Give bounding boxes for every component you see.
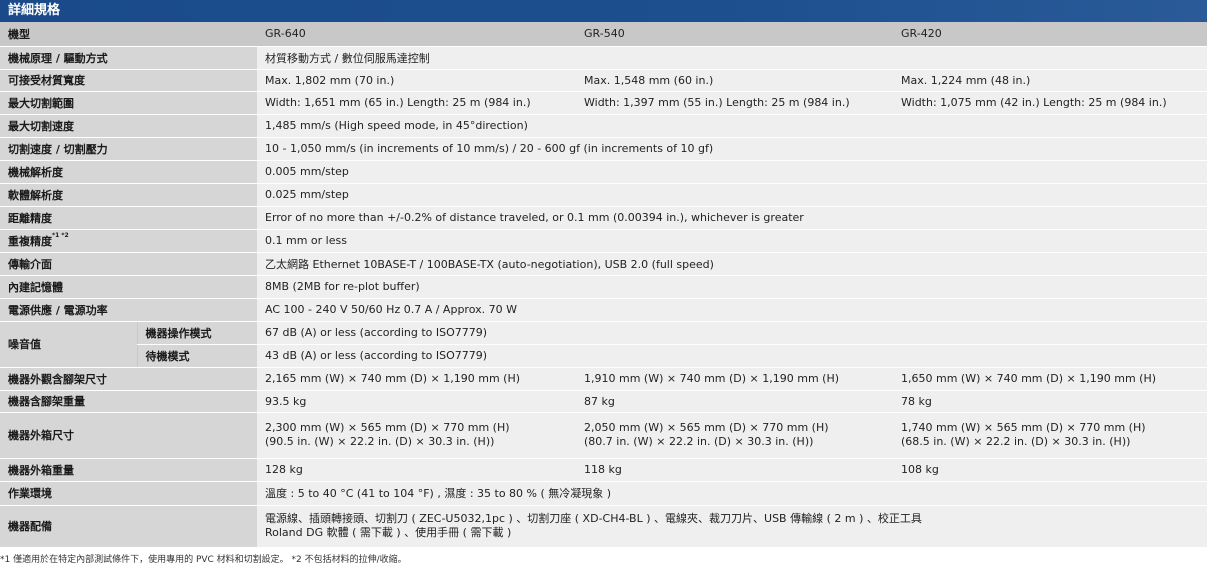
row-value: 乙太網路 Ethernet 10BASE-T / 100BASE-TX (aut… [257,252,1207,276]
footnote: *1 僅適用於在特定內部測試條件下，使用專用的 PVC 材料和切割設定。 *2 … [0,554,407,565]
table-row: 最大切割範圍 Width: 1,651 mm (65 in.) Length: … [0,91,1207,115]
row-value: Width: 1,075 mm (42 in.) Length: 25 m (9… [893,91,1207,115]
row-label: 最大切割範圍 [0,91,257,115]
row-label-text: 重複精度 [8,234,52,248]
table-row: 機器外箱尺寸 2,300 mm (W) × 565 mm (D) × 770 m… [0,412,1207,459]
table-row: 傳輸介面 乙太網路 Ethernet 10BASE-T / 100BASE-TX… [0,252,1207,276]
table-row: 機器外箱重量 128 kg 118 kg 108 kg [0,458,1207,482]
row-label: 機器外觀含腳架尺寸 [0,367,257,391]
model-name: GR-420 [893,22,1207,47]
row-label: 內建記憶體 [0,275,257,299]
row-label: 機器外箱尺寸 [0,412,257,459]
row-label: 作業環境 [0,481,257,506]
accessory-line: 電源線、插頭轉接頭、切割刀 ( ZEC-U5032,1pc ) 、切割刀座 ( … [265,512,922,525]
row-value: 2,050 mm (W) × 565 mm (D) × 770 mm (H) (8… [576,412,893,459]
footnote-marker: *1 *2 [52,231,69,239]
table-row: 機器外觀含腳架尺寸 2,165 mm (W) × 740 mm (D) × 1,… [0,367,1207,391]
row-value: 128 kg [257,458,576,482]
row-label: 電源供應 / 電源功率 [0,298,257,322]
row-value: 93.5 kg [257,390,576,413]
table-row: 機械解析度 0.005 mm/step [0,160,1207,184]
row-value: 1,650 mm (W) × 740 mm (D) × 1,190 mm (H) [893,367,1207,391]
table-row: 重複精度*1 *2 0.1 mm or less [0,229,1207,253]
row-value: 0.005 mm/step [257,160,1207,184]
row-label: 重複精度*1 *2 [0,229,257,253]
row-value: 2,300 mm (W) × 565 mm (D) × 770 mm (H) (9… [257,412,576,459]
row-label: 軟體解析度 [0,183,257,207]
row-value: Max. 1,224 mm (48 in.) [893,69,1207,92]
row-value: 1,740 mm (W) × 565 mm (D) × 770 mm (H) (6… [893,412,1207,459]
table-row: 作業環境 溫度 : 5 to 40 °C (41 to 104 °F) , 濕度… [0,481,1207,506]
row-value: 1,485 mm/s (High speed mode, in 45°direc… [257,114,1207,138]
table-row: 軟體解析度 0.025 mm/step [0,183,1207,207]
model-name: GR-540 [576,22,893,47]
row-label: 最大切割速度 [0,114,257,138]
dimension-line: (80.7 in. (W) × 22.2 in. (D) × 30.3 in. … [584,435,814,448]
section-title: 詳細規格 [0,0,1207,22]
table-row-model: 機型 GR-640 GR-540 GR-420 [0,22,1207,47]
sub-label: 機器操作模式 [136,321,257,345]
row-label: 距離精度 [0,206,257,230]
row-label: 機械原理 / 驅動方式 [0,46,257,70]
row-value: Error of no more than +/-0.2% of distanc… [257,206,1207,230]
dimension-line: 2,050 mm (W) × 565 mm (D) × 770 mm (H) [584,421,829,434]
row-label: 機器含腳架重量 [0,390,257,413]
spec-sheet: 詳細規格 機型 GR-640 GR-540 GR-420 機械原理 / 驅動方式… [0,0,1207,565]
row-value: 8MB (2MB for re-plot buffer) [257,275,1207,299]
row-value: 材質移動方式 / 數位伺服馬達控制 [257,46,1207,70]
row-label: 機器配備 [0,505,257,548]
dimension-line: (68.5 in. (W) × 22.2 in. (D) × 30.3 in. … [901,435,1131,448]
table-row: 電源供應 / 電源功率 AC 100 - 240 V 50/60 Hz 0.7 … [0,298,1207,322]
table-row-noise: 噪音值 機器操作模式 67 dB (A) or less (according … [0,321,1207,368]
row-label: 可接受材質寬度 [0,69,257,92]
table-row: 最大切割速度 1,485 mm/s (High speed mode, in 4… [0,114,1207,138]
row-label: 傳輸介面 [0,252,257,276]
row-value: 2,165 mm (W) × 740 mm (D) × 1,190 mm (H) [257,367,576,391]
row-label: 切割速度 / 切割壓力 [0,137,257,161]
table-row: 內建記憶體 8MB (2MB for re-plot buffer) [0,275,1207,299]
row-value: Width: 1,651 mm (65 in.) Length: 25 m (9… [257,91,576,115]
row-label: 機械解析度 [0,160,257,184]
row-value: 0.1 mm or less [257,229,1207,253]
row-value: 78 kg [893,390,1207,413]
spec-table: 機型 GR-640 GR-540 GR-420 機械原理 / 驅動方式 材質移動… [0,22,1207,548]
model-name: GR-640 [257,22,576,47]
table-row: 機器配備 電源線、插頭轉接頭、切割刀 ( ZEC-U5032,1pc ) 、切割… [0,505,1207,548]
row-label: 機型 [0,22,257,47]
sub-label: 待機模式 [136,344,257,368]
row-value: 67 dB (A) or less (according to ISO7779) [257,321,1207,345]
dimension-line: 2,300 mm (W) × 565 mm (D) × 770 mm (H) [265,421,510,434]
row-label: 機器外箱重量 [0,458,257,482]
dimension-line: 1,740 mm (W) × 565 mm (D) × 770 mm (H) [901,421,1146,434]
row-value: Width: 1,397 mm (55 in.) Length: 25 m (9… [576,91,893,115]
table-row: 距離精度 Error of no more than +/-0.2% of di… [0,206,1207,230]
table-row: 機械原理 / 驅動方式 材質移動方式 / 數位伺服馬達控制 [0,46,1207,70]
row-value: 43 dB (A) or less (according to ISO7779) [257,344,1207,368]
row-value: Max. 1,802 mm (70 in.) [257,69,576,92]
row-value: AC 100 - 240 V 50/60 Hz 0.7 A / Approx. … [257,298,1207,322]
row-value: Max. 1,548 mm (60 in.) [576,69,893,92]
row-value: 118 kg [576,458,893,482]
row-value: 電源線、插頭轉接頭、切割刀 ( ZEC-U5032,1pc ) 、切割刀座 ( … [257,505,1207,548]
row-value: 87 kg [576,390,893,413]
table-row: 切割速度 / 切割壓力 10 - 1,050 mm/s (in incremen… [0,137,1207,161]
dimension-line: (90.5 in. (W) × 22.2 in. (D) × 30.3 in. … [265,435,495,448]
table-row: 機器含腳架重量 93.5 kg 87 kg 78 kg [0,390,1207,413]
row-value: 溫度 : 5 to 40 °C (41 to 104 °F) , 濕度 : 35… [257,481,1207,506]
table-row: 可接受材質寬度 Max. 1,802 mm (70 in.) Max. 1,54… [0,69,1207,92]
row-value: 10 - 1,050 mm/s (in increments of 10 mm/… [257,137,1207,161]
row-label: 噪音值 [0,321,137,368]
accessory-line: Roland DG 軟體 ( 需下載 ) 、使用手冊 ( 需下載 ) [265,526,512,539]
row-value: 0.025 mm/step [257,183,1207,207]
row-value: 1,910 mm (W) × 740 mm (D) × 1,190 mm (H) [576,367,893,391]
table-row-noise: 待機模式 43 dB (A) or less (according to ISO… [0,344,1207,368]
row-value: 108 kg [893,458,1207,482]
